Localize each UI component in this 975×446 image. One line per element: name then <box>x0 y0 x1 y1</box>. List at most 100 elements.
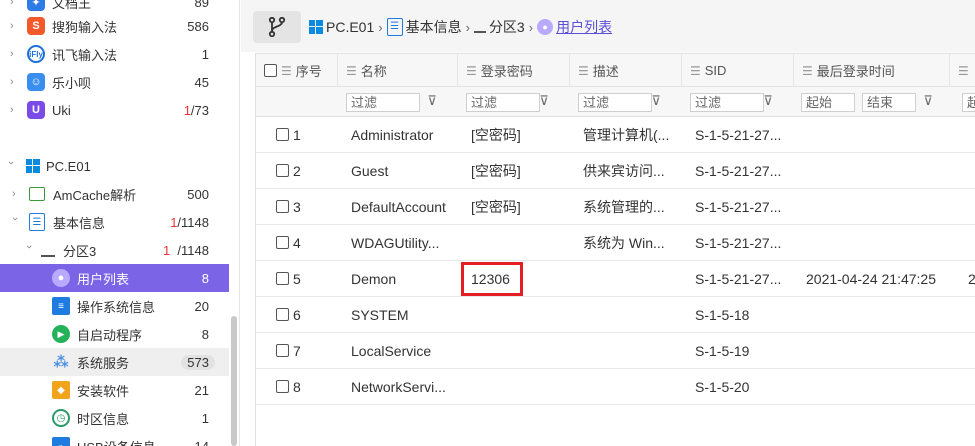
table-row[interactable]: 2 Guest [空密码] 供来宾访问... S-1-5-21-27... <box>256 153 975 189</box>
sidebar-item-amcache[interactable]: › AmCache解析 500 <box>0 180 229 208</box>
row-checkbox[interactable] <box>276 164 289 177</box>
sidebar-item-pc-e01[interactable]: › PC.E01 <box>0 152 229 180</box>
row-checkbox[interactable] <box>276 128 289 141</box>
filter-name-input[interactable]: 过滤 <box>346 93 420 112</box>
row-checkbox[interactable] <box>276 272 289 285</box>
row-checkbox[interactable] <box>276 236 289 249</box>
table-row[interactable]: 8 NetworkServi... S-1-5-20 <box>256 369 975 405</box>
sidebar-item-services[interactable]: ⁂ 系统服务 573 <box>0 348 229 376</box>
column-header-more[interactable]: ☰ <box>950 54 975 87</box>
sidebar-item-partition3[interactable]: › 分区3 1 /1148 <box>0 236 229 264</box>
filter-icon[interactable]: ⊽ <box>424 93 440 111</box>
sidebar-item-sogou[interactable]: › S 搜狗输入法 586 <box>0 12 229 40</box>
sidebar-item-uki[interactable]: › U Uki 1/73 <box>0 96 229 124</box>
cell-description: 系统管理的... <box>583 198 665 215</box>
column-header-sid[interactable]: ☰ SID <box>682 54 794 87</box>
amcache-icon <box>29 187 45 201</box>
table-row[interactable]: 6 SYSTEM S-1-5-18 <box>256 297 975 333</box>
sidebar-item-count: 20 <box>194 298 209 314</box>
column-menu-icon[interactable]: ☰ <box>466 64 477 78</box>
chevron-right-icon[interactable]: › <box>10 21 20 32</box>
column-menu-icon[interactable]: ☰ <box>578 64 589 78</box>
row-checkbox[interactable] <box>276 344 289 357</box>
column-menu-icon[interactable]: ☰ <box>690 64 701 78</box>
cell-description: 供来宾访问... <box>583 162 665 179</box>
chevron-right-icon[interactable]: › <box>10 0 20 8</box>
sidebar-item-label: 讯飞输入法 <box>52 47 118 63</box>
table-row[interactable]: 5 Demon 12306 S-1-5-21-27... 2021-04-24 21:4… <box>256 261 975 297</box>
chevron-down-icon[interactable]: › <box>9 217 21 227</box>
user-icon: ● <box>537 19 554 35</box>
breadcrumb-basic-info[interactable]: ☰ 基本信息 <box>386 17 462 37</box>
filter-icon[interactable]: ⊽ <box>760 93 776 111</box>
breadcrumb-label[interactable]: 用户列表 <box>556 17 612 37</box>
sidebar-item-label: Uki <box>52 102 71 118</box>
column-menu-icon[interactable]: ☰ <box>281 64 292 78</box>
cell-password: [空密码] <box>471 126 521 143</box>
column-menu-icon[interactable]: ☰ <box>958 64 969 78</box>
cell-sid: S-1-5-21-27... <box>695 198 782 215</box>
table-row[interactable]: 7 LocalService S-1-5-19 <box>256 333 975 369</box>
sidebar-item-label: PC.E01 <box>46 158 91 174</box>
filter-password-input[interactable]: 过滤 <box>466 93 540 112</box>
column-header-name[interactable]: ☰ 名称 <box>338 54 458 87</box>
cell-index: 6 <box>276 297 301 332</box>
select-all-checkbox[interactable] <box>264 64 277 77</box>
column-header-password[interactable]: ☰ 登录密码 <box>458 54 570 87</box>
highlight-box <box>461 262 523 296</box>
sidebar-item-label: 系统服务 <box>77 355 130 371</box>
column-header-description[interactable]: ☰ 描述 <box>570 54 682 87</box>
filter-date-start-input[interactable]: 起始 <box>801 93 855 112</box>
chevron-down-icon[interactable]: › <box>23 245 35 255</box>
row-number: 3 <box>293 198 301 215</box>
table-row[interactable]: 4 WDAGUtility... 系统为 Win... S-1-5-21-27... <box>256 225 975 261</box>
sidebar-item-os-info[interactable]: ≡ 操作系统信息 20 <box>0 292 229 320</box>
chevron-right-icon[interactable]: › <box>10 77 20 88</box>
chevron-right-icon[interactable]: › <box>10 105 20 116</box>
sidebar-item-startup[interactable]: ▶ 自启动程序 8 <box>0 320 229 348</box>
chevron-down-icon[interactable]: › <box>5 161 17 171</box>
filter-sid-input[interactable]: 过滤 <box>690 93 764 112</box>
row-checkbox[interactable] <box>276 380 289 393</box>
breadcrumb-user-list[interactable]: ● 用户列表 <box>537 17 612 37</box>
sidebar-item-label: 用户列表 <box>77 271 130 287</box>
sidebar-item-label: 自启动程序 <box>77 327 143 343</box>
sidebar-item-xunfei[interactable]: › iFly 讯飞输入法 1 <box>0 40 229 68</box>
sidebar-item-usb[interactable]: ⌁ USB设备信息 14 <box>0 432 229 446</box>
cell-name: WDAGUtility... <box>351 234 440 251</box>
sidebar-item-basic-info[interactable]: › ☰ 基本信息 1/1148 <box>0 208 229 236</box>
sidebar-item-user-list[interactable]: ● 用户列表 8 <box>0 264 229 292</box>
row-number: 7 <box>293 342 301 359</box>
sidebar-item-lexiaobei[interactable]: › ☺ 乐小呗 45 <box>0 68 229 96</box>
column-header-index[interactable]: ☰ 序号 <box>256 54 338 87</box>
sidebar-item-label: 文档王 <box>52 0 92 11</box>
branch-button[interactable] <box>253 11 301 43</box>
breadcrumb-pc[interactable]: PC.E01 <box>309 19 374 35</box>
breadcrumb-partition[interactable]: 分区3 <box>473 17 525 37</box>
column-menu-icon[interactable]: ☰ <box>802 64 813 78</box>
cell-index: 3 <box>276 189 301 224</box>
filter-icon[interactable]: ⊽ <box>920 93 936 111</box>
chevron-right-icon[interactable]: › <box>12 189 22 200</box>
filter-description-input[interactable]: 过滤 <box>578 93 652 112</box>
row-checkbox[interactable] <box>276 200 289 213</box>
table-row[interactable]: 1 Administrator [空密码] 管理计算机(... S-1-5-21-27.… <box>256 117 975 153</box>
sidebar-item-count: 45 <box>194 74 209 90</box>
sidebar-item-installed-software[interactable]: ◆ 安装软件 21 <box>0 376 229 404</box>
column-title: 登录密码 <box>480 64 533 79</box>
row-checkbox[interactable] <box>276 308 289 321</box>
column-menu-icon[interactable]: ☰ <box>346 64 357 78</box>
filter-icon[interactable]: ⊽ <box>648 93 664 111</box>
sidebar-scrollbar[interactable] <box>231 316 237 446</box>
user-table: ☰ 序号 ☰ 名称 ☰ 登录密码 ☰ 描述 ☰ SID ☰ 最后登录时间 ☰ 过… <box>255 53 975 446</box>
cell-index: 4 <box>276 225 301 260</box>
column-header-last-login[interactable]: ☰ 最后登录时间 <box>794 54 950 87</box>
filter-date-end-input[interactable]: 结束 <box>862 93 916 112</box>
table-row[interactable]: 3 DefaultAccount [空密码] 系统管理的... S-1-5-21-27.… <box>256 189 975 225</box>
play-icon: ▶ <box>52 325 70 343</box>
disk-icon <box>473 21 486 33</box>
chevron-right-icon[interactable]: › <box>10 49 20 60</box>
filter-icon[interactable]: ⊽ <box>536 93 552 111</box>
sidebar-item-timezone[interactable]: ◷ 时区信息 1 <box>0 404 229 432</box>
filter-more-input[interactable]: 起 <box>962 93 975 112</box>
